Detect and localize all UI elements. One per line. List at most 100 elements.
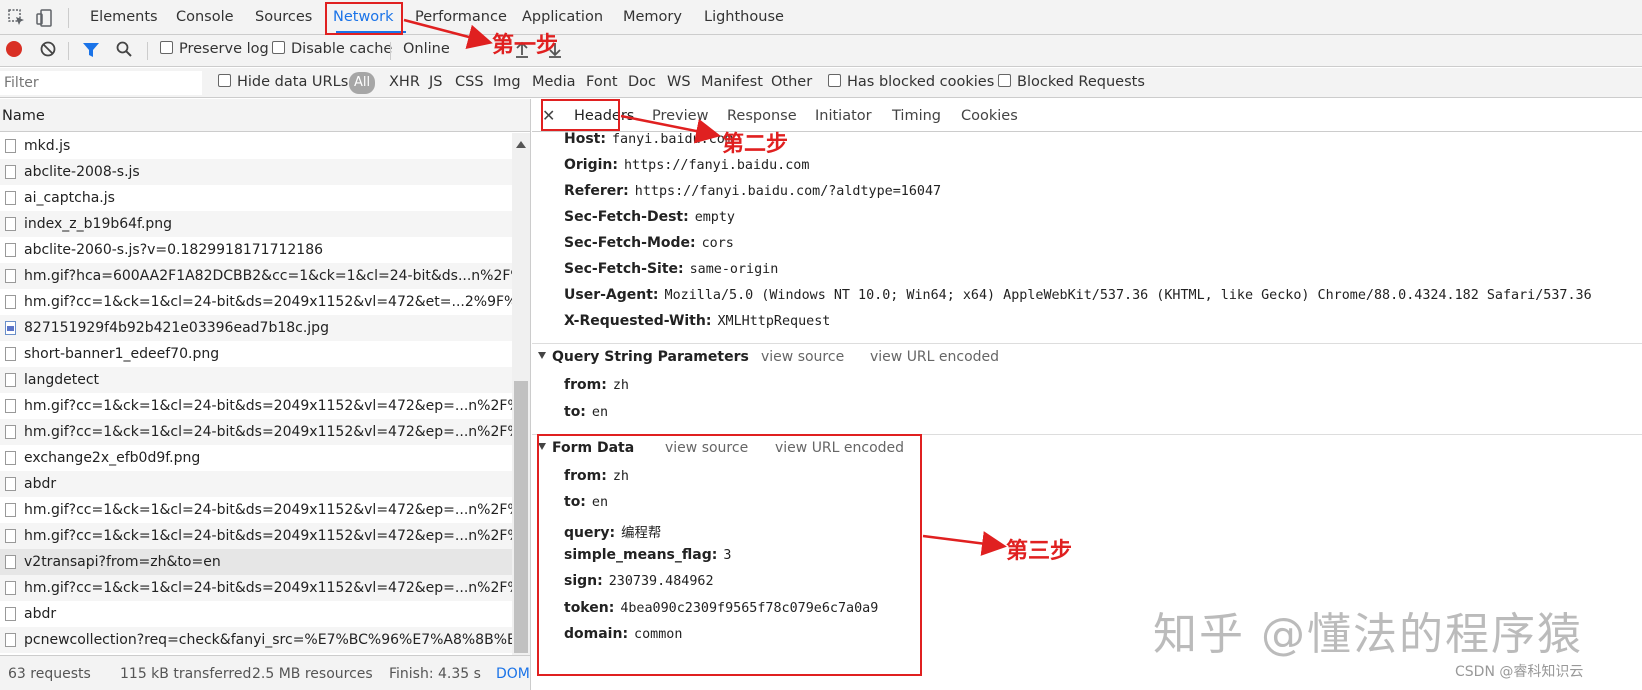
detail-tab-preview[interactable]: Preview	[652, 108, 708, 124]
document-file-icon	[5, 217, 16, 231]
tab-performance[interactable]: Performance	[415, 9, 507, 25]
query-string-section-title[interactable]: Query String Parameters	[538, 349, 749, 365]
document-file-icon	[5, 425, 16, 439]
detail-tab-response[interactable]: Response	[727, 108, 797, 124]
request-name: hm.gif?hca=600AA2F1A82DCBB2&cc=1&ck=1&cl…	[24, 268, 512, 284]
request-row[interactable]: abclite-2060-s.js?v=0.1829918171712186	[0, 237, 512, 263]
header-row-value: empty	[694, 210, 735, 225]
record-icon[interactable]	[6, 41, 22, 57]
clear-icon[interactable]	[39, 40, 57, 62]
header-row: Host: fanyi.baidu.com	[564, 131, 733, 147]
inspect-element-icon[interactable]	[8, 9, 26, 27]
tab-lighthouse[interactable]: Lighthouse	[704, 9, 784, 25]
header-row-key: User-Agent:	[564, 287, 659, 303]
request-row[interactable]: v2transapi?from=zh&to=en	[0, 549, 512, 575]
request-row[interactable]: abclite-2008-s.js	[0, 159, 512, 185]
image-file-icon	[5, 321, 16, 335]
detail-tab-initiator[interactable]: Initiator	[815, 108, 872, 124]
toolbar-separator	[147, 42, 148, 60]
document-file-icon	[5, 295, 16, 309]
request-row[interactable]: abdr	[0, 601, 512, 627]
request-name: hm.gif?cc=1&ck=1&cl=24-bit&ds=2049x1152&…	[24, 502, 512, 518]
filter-type-ws[interactable]: WS	[667, 74, 691, 90]
filter-type-css[interactable]: CSS	[455, 74, 484, 90]
annotation-step3: 第三步	[1006, 538, 1073, 564]
filter-type-doc[interactable]: Doc	[628, 74, 656, 90]
header-row: Origin: https://fanyi.baidu.com	[564, 157, 809, 173]
disable-cache-checkbox[interactable]: Disable cache	[272, 41, 392, 57]
request-list-scrollbar[interactable]	[512, 133, 530, 655]
request-name: hm.gif?cc=1&ck=1&cl=24-bit&ds=2049x1152&…	[24, 528, 512, 544]
header-row-value: XMLHttpRequest	[717, 314, 831, 329]
blocked-requests-checkbox[interactable]: Blocked Requests	[998, 74, 1145, 90]
filter-type-font[interactable]: Font	[586, 74, 618, 90]
request-row[interactable]: abdr	[0, 471, 512, 497]
tab-memory[interactable]: Memory	[623, 9, 682, 25]
toolbar-separator	[68, 8, 69, 28]
transferred-size: 115 kB transferred	[120, 666, 252, 682]
scroll-thumb[interactable]	[514, 381, 528, 653]
annotation-step2: 第二步	[722, 131, 789, 157]
filter-type-img[interactable]: Img	[493, 74, 521, 90]
request-row[interactable]: hm.gif?hca=600AA2F1A82DCBB2&cc=1&ck=1&cl…	[0, 263, 512, 289]
request-row[interactable]: pcnewcollection?req=check&fanyi_src=%E7%…	[0, 627, 512, 653]
document-file-icon	[5, 191, 16, 205]
tab-sources[interactable]: Sources	[255, 9, 312, 25]
filter-type-manifest[interactable]: Manifest	[701, 74, 763, 90]
filter-type-all[interactable]: All	[349, 72, 375, 94]
request-row[interactable]: hm.gif?cc=1&ck=1&cl=24-bit&ds=2049x1152&…	[0, 497, 512, 523]
filter-input[interactable]	[0, 71, 202, 95]
request-row[interactable]: hm.gif?cc=1&ck=1&cl=24-bit&ds=2049x1152&…	[0, 523, 512, 549]
request-row[interactable]: 827151929f4b92b421e03396ead7b18c.jpg	[0, 315, 512, 341]
detail-tab-timing[interactable]: Timing	[892, 108, 941, 124]
request-row[interactable]: hm.gif?cc=1&ck=1&cl=24-bit&ds=2049x1152&…	[0, 393, 512, 419]
detail-tab-cookies[interactable]: Cookies	[961, 108, 1018, 124]
status-bar: 63 requests 115 kB transferred 2.5 MB re…	[0, 655, 530, 690]
query-view-url-encoded-link[interactable]: view URL encoded	[870, 349, 999, 365]
request-row[interactable]: exchange2x_efb0d9f.png	[0, 445, 512, 471]
search-icon[interactable]	[115, 40, 133, 62]
header-row-value: https://fanyi.baidu.com/?aldtype=16047	[634, 184, 942, 199]
request-row[interactable]: short-banner1_edeef70.png	[0, 341, 512, 367]
filter-type-xhr[interactable]: XHR	[389, 74, 420, 90]
request-name: v2transapi?from=zh&to=en	[24, 554, 221, 570]
request-row[interactable]: langdetect	[0, 367, 512, 393]
request-row[interactable]: mkd.js	[0, 133, 512, 159]
disable-cache-label: Disable cache	[291, 41, 393, 57]
throttle-select[interactable]: Online	[403, 41, 450, 57]
filter-type-other[interactable]: Other	[771, 74, 812, 90]
request-name: langdetect	[24, 372, 100, 388]
request-row[interactable]: hm.gif?cc=1&ck=1&cl=24-bit&ds=2049x1152&…	[0, 289, 512, 315]
request-name: 827151929f4b92b421e03396ead7b18c.jpg	[24, 320, 329, 336]
tab-application[interactable]: Application	[522, 9, 603, 25]
request-row[interactable]: hm.gif?cc=1&ck=1&cl=24-bit&ds=2049x1152&…	[0, 419, 512, 445]
tab-elements[interactable]: Elements	[90, 9, 158, 25]
request-name: ai_captcha.js	[24, 190, 115, 206]
tab-console[interactable]: Console	[176, 9, 234, 25]
document-file-icon	[5, 243, 16, 257]
request-name: abdr	[24, 606, 57, 622]
scroll-up-arrow-icon[interactable]	[516, 141, 526, 148]
request-row[interactable]: hm.gif?cc=1&ck=1&cl=24-bit&ds=2049x1152&…	[0, 575, 512, 601]
query-param-row-key: from:	[564, 377, 607, 393]
request-row[interactable]: index_z_b19b64f.png	[0, 211, 512, 237]
hide-data-urls-label: Hide data URLs	[237, 74, 349, 90]
hide-data-urls-checkbox[interactable]: Hide data URLs	[218, 74, 348, 90]
dom-content-loaded-link[interactable]: DOM	[496, 666, 530, 682]
filter-type-js[interactable]: JS	[429, 74, 442, 90]
name-column-header[interactable]: Name	[0, 99, 530, 132]
header-row-key: Referer:	[564, 183, 629, 199]
request-name: pcnewcollection?req=check&fanyi_src=%E7%…	[24, 632, 512, 648]
document-file-icon	[5, 399, 16, 413]
request-name: hm.gif?cc=1&ck=1&cl=24-bit&ds=2049x1152&…	[24, 580, 512, 596]
query-view-source-link[interactable]: view source	[761, 349, 844, 365]
preserve-log-checkbox[interactable]: Preserve log	[160, 41, 269, 57]
filter-type-media[interactable]: Media	[532, 74, 576, 90]
filter-icon[interactable]	[82, 41, 100, 63]
device-toolbar-icon[interactable]	[36, 9, 54, 27]
has-blocked-cookies-checkbox[interactable]: Has blocked cookies	[828, 74, 994, 90]
header-row: X-Requested-With: XMLHttpRequest	[564, 313, 830, 329]
request-count: 63 requests	[8, 666, 91, 682]
request-row[interactable]: ai_captcha.js	[0, 185, 512, 211]
document-file-icon	[5, 477, 16, 491]
